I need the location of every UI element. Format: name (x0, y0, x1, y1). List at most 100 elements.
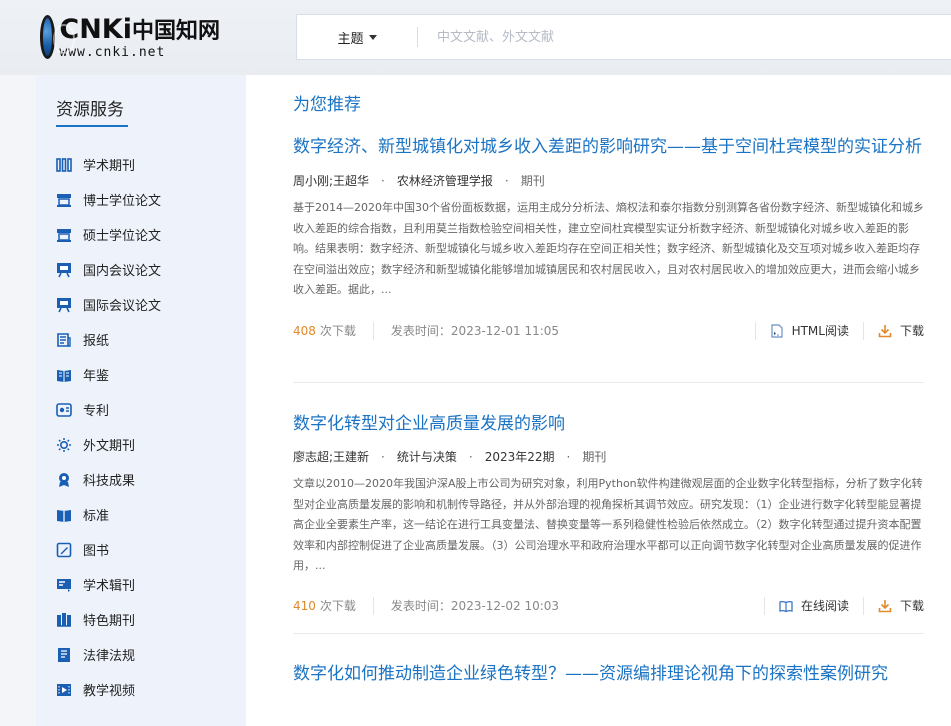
sidebar-item-yearbook[interactable]: 年鉴 (56, 357, 161, 392)
article-type: 期刊 (520, 174, 545, 188)
meta-separator: · (468, 449, 473, 464)
sidebar-item-label: 博士学位论文 (83, 194, 162, 209)
collection-icon (56, 577, 72, 593)
patent-icon (56, 402, 72, 418)
international-conference-icon (56, 297, 72, 313)
newspaper-icon (56, 332, 72, 348)
sidebar-item-international-conference[interactable]: 国际会议论文 (56, 287, 161, 322)
article-source[interactable]: 统计与决策 (397, 448, 457, 465)
article-title-link[interactable]: 数字化如何推动制造企业绿色转型？——资源编排理论视角下的探索性案例研究 (293, 660, 924, 689)
sidebar-item-law[interactable]: 法律法规 (56, 637, 161, 672)
article-title-link[interactable]: 数字经济、新型城镇化对城乡收入差距的影响研究——基于空间杜宾模型的实证分析 (293, 133, 924, 162)
meta-separator: · (381, 173, 385, 188)
search-type-dropdown[interactable]: 主题 (297, 15, 417, 59)
logo-url: www.cnki.net (59, 44, 166, 60)
online-read-label: 在线阅读 (800, 599, 849, 613)
download-button[interactable]: 下载 (878, 322, 924, 339)
doctor-thesis-icon (56, 192, 72, 208)
journal-icon (56, 157, 72, 173)
sidebar-item-label: 硕士学位论文 (83, 229, 162, 244)
sidebar-item-label: 学术期刊 (83, 159, 136, 174)
sidebar-item-standard[interactable]: 标准 (56, 497, 161, 532)
publish-time: 发表时间：2023-12-01 11:05 (390, 324, 560, 338)
sidebar-item-label: 报纸 (83, 334, 110, 349)
caret-down-icon (368, 34, 377, 40)
sidebar-item-label: 年鉴 (83, 369, 110, 384)
search-input[interactable] (418, 15, 951, 59)
download-count-label: 次下载 (319, 599, 356, 613)
sidebar-item-video[interactable]: 教学视频 (56, 672, 161, 707)
recommend-panel: 为您推荐 数字经济、新型城镇化对城乡收入差距的影响研究——基于空间杜宾模型的实证… (246, 75, 951, 726)
article-meta: 周小刚;王超华 · 农林经济管理学报 · 期刊 (293, 172, 924, 189)
section-title: 为您推荐 (293, 95, 361, 115)
article-footer: 410 次下载 发表时间：2023-12-02 10:03 在线阅读 下载 (293, 596, 924, 616)
online-read-button[interactable]: 在线阅读 (779, 597, 849, 614)
sidebar-item-newspaper[interactable]: 报纸 (56, 322, 161, 357)
article-issue: 2023年22期 (484, 450, 555, 464)
sidebar-list: 学术期刊 博士学位论文 硕士学位论文 国内会议论文 国际会议论文 报纸 年鉴 专… (56, 147, 161, 707)
featured-journal-icon (56, 612, 72, 628)
search-type-label: 主题 (337, 31, 364, 47)
download-button[interactable]: 下载 (878, 597, 924, 614)
article-footer: 408 次下载 发表时间：2023-12-01 11:05 HTML阅读 下载 (293, 321, 924, 341)
sidebar-item-doctor-thesis[interactable]: 博士学位论文 (56, 182, 161, 217)
article-meta: 廖志超;王建新 · 统计与决策 · 2023年22期 · 期刊 (293, 448, 924, 465)
article-actions: 在线阅读 下载 (750, 596, 924, 616)
article-abstract: 基于2014—2020年中国30个省份面板数据，运用主成分分析法、熵权法和泰尔指… (293, 201, 924, 296)
standard-icon (56, 507, 72, 523)
sidebar-title: 资源服务 (56, 100, 124, 120)
action-divider (763, 596, 765, 615)
open-book-icon (779, 600, 793, 612)
sidebar-item-label: 国际会议论文 (83, 299, 162, 314)
article-authors[interactable]: 周小刚;王超华 (293, 172, 369, 189)
article-divider (293, 382, 924, 383)
action-divider (862, 596, 864, 615)
sidebar-item-label: 教学视频 (83, 684, 136, 699)
article-source[interactable]: 农林经济管理学报 (397, 172, 493, 189)
action-divider (862, 321, 864, 340)
article-type: 期刊 (582, 450, 607, 464)
html-file-icon (770, 323, 783, 338)
article-authors[interactable]: 廖志超;王建新 (293, 448, 369, 465)
download-icon (878, 324, 892, 337)
master-thesis-icon (56, 227, 72, 243)
sidebar-item-master-thesis[interactable]: 硕士学位论文 (56, 217, 161, 252)
download-count: 408 (293, 323, 316, 338)
sidebar-item-achievement[interactable]: 科技成果 (56, 462, 161, 497)
footer-divider (372, 596, 374, 615)
article-actions: HTML阅读 下载 (741, 321, 924, 341)
logo-cn-text: 中国知网 (131, 17, 220, 44)
achievement-icon (56, 472, 72, 488)
article-card: 数字化转型对企业高质量发展的影响 廖志超;王建新 · 统计与决策 · 2023年… (293, 410, 924, 616)
cnki-logo[interactable]: CNKi中国知网 www.cnki.net (40, 14, 220, 60)
html-read-button[interactable]: HTML阅读 (770, 322, 849, 339)
yearbook-icon (56, 367, 72, 383)
law-icon (56, 647, 72, 663)
sidebar-item-domestic-conference[interactable]: 国内会议论文 (56, 252, 161, 287)
sidebar-item-label: 外文期刊 (83, 439, 136, 454)
domestic-conference-icon (56, 262, 72, 278)
meta-separator: · (381, 449, 385, 464)
article-card: 数字经济、新型城镇化对城乡收入差距的影响研究——基于空间杜宾模型的实证分析 周小… (293, 133, 924, 341)
article-card: 数字化如何推动制造企业绿色转型？——资源编排理论视角下的探索性案例研究 (293, 660, 924, 689)
sidebar-item-patent[interactable]: 专利 (56, 392, 161, 427)
article-title-link[interactable]: 数字化转型对企业高质量发展的影响 (293, 410, 924, 439)
sidebar-item-label: 专利 (83, 404, 110, 419)
sidebar-item-foreign-journal[interactable]: 外文期刊 (56, 427, 161, 462)
sidebar-item-label: 标准 (83, 509, 110, 524)
foreign-journal-icon (56, 437, 72, 453)
download-label: 下载 (899, 324, 924, 338)
sidebar-item-label: 图书 (83, 544, 110, 559)
sidebar-item-label: 国内会议论文 (83, 264, 162, 279)
sidebar-item-book[interactable]: 图书 (56, 532, 161, 567)
download-count: 410 (293, 598, 316, 613)
sidebar-item-collection[interactable]: 学术辑刊 (56, 567, 161, 602)
download-label: 下载 (899, 599, 924, 613)
sidebar-item-journal[interactable]: 学术期刊 (56, 147, 161, 182)
book-icon (56, 542, 72, 558)
top-header: CNKi中国知网 www.cnki.net 主题 (0, 0, 951, 75)
sidebar-title-underline (56, 125, 128, 127)
sidebar-item-featured-journal[interactable]: 特色期刊 (56, 602, 161, 637)
resource-sidebar: 资源服务 学术期刊 博士学位论文 硕士学位论文 国内会议论文 国际会议论文 报纸 (36, 75, 246, 726)
sidebar-item-label: 学术辑刊 (83, 579, 136, 594)
